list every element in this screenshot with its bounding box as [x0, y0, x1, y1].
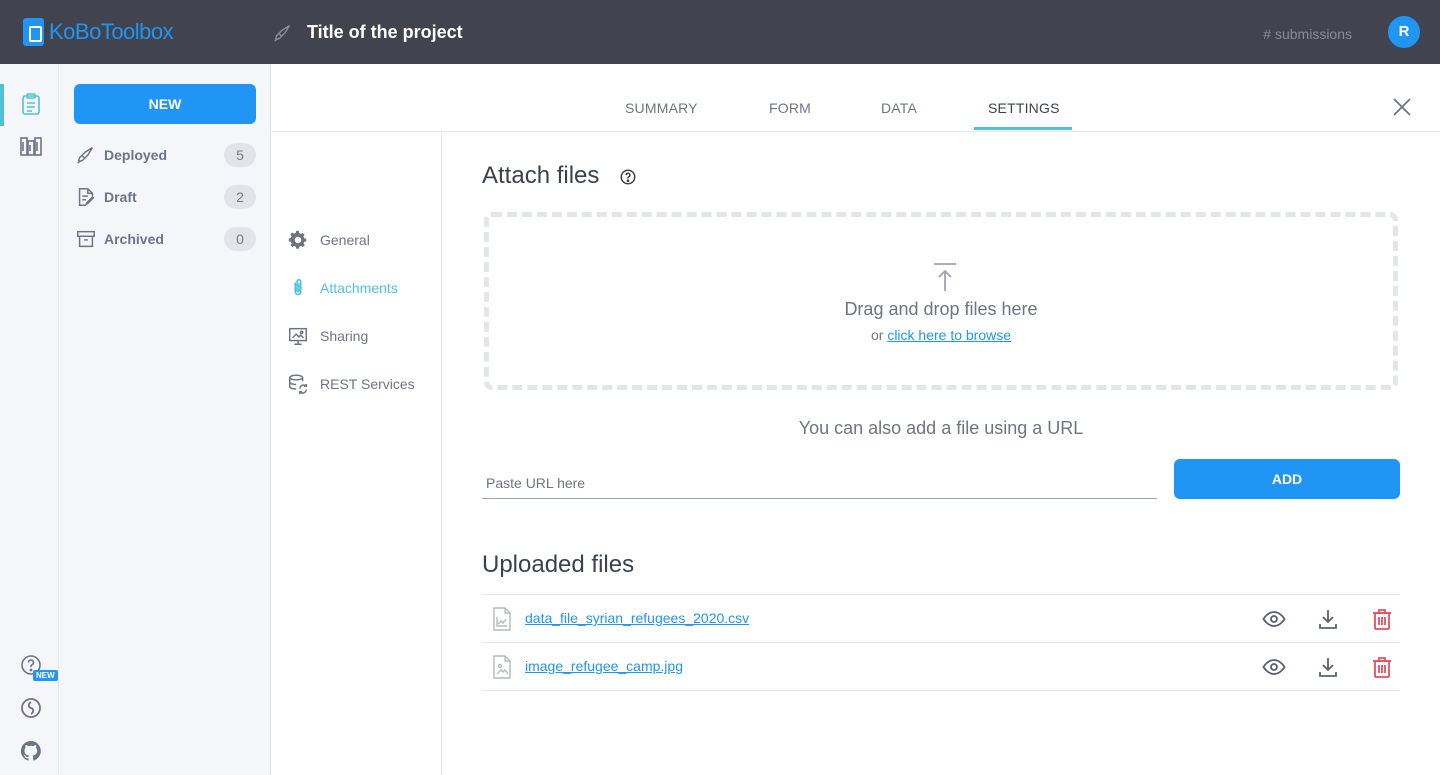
new-project-button[interactable]: NEW [74, 84, 256, 124]
rocket-icon [274, 25, 291, 42]
main-area: SUMMARY FORM DATA SETTINGS General Attac… [271, 64, 1440, 775]
settings-nav: General Attachments Sharing REST Service… [271, 132, 442, 775]
add-url-button[interactable]: ADD [1174, 459, 1400, 499]
count-badge: 0 [224, 227, 256, 251]
rest-services-icon [289, 374, 307, 395]
settings-nav-sharing[interactable]: Sharing [287, 324, 368, 348]
logo-text: KoBoToolbox [49, 19, 174, 44]
settings-nav-label: Sharing [320, 328, 369, 344]
trash-icon[interactable] [1370, 655, 1394, 679]
close-icon[interactable] [1390, 95, 1414, 119]
dropzone-subtitle: or click here to browse [489, 327, 1393, 343]
settings-nav-label: Attachments [320, 280, 398, 296]
download-icon[interactable] [1316, 607, 1340, 631]
url-input[interactable] [482, 467, 1157, 499]
archive-icon [77, 230, 95, 248]
file-name-link[interactable]: image_refugee_camp.jpg [525, 658, 683, 674]
paperclip-icon [294, 278, 302, 296]
file-row: image_refugee_camp.jpg [482, 643, 1400, 691]
kobotoolbox-logo[interactable]: KoBoToolbox [23, 18, 174, 46]
csv-file-icon [493, 607, 511, 631]
browse-link[interactable]: click here to browse [887, 327, 1011, 343]
settings-nav-attachments[interactable]: Attachments [287, 276, 398, 300]
active-tab-indicator [974, 127, 1072, 130]
library-icon[interactable] [19, 134, 43, 158]
draft-icon [78, 188, 95, 206]
rocket-icon [77, 147, 94, 164]
project-tabs: SUMMARY FORM DATA SETTINGS [271, 64, 1440, 132]
file-row: data_file_syrian_refugees_2020.csv [482, 595, 1400, 643]
dropzone-title: Drag and drop files here [844, 299, 1038, 319]
settings-nav-label: REST Services [320, 376, 415, 392]
file-name-link[interactable]: data_file_syrian_refugees_2020.csv [525, 610, 749, 626]
sidebar-item-deployed[interactable]: Deployed 5 [75, 140, 256, 170]
rail-active-indicator [0, 84, 4, 126]
sidebar-item-label: Draft [104, 189, 137, 205]
left-rail: NEW [0, 64, 59, 775]
image-file-icon [493, 655, 511, 679]
support-icon[interactable] [19, 696, 43, 720]
url-hint: You can also add a file using a URL [798, 418, 1084, 438]
tab-data[interactable]: DATA [881, 100, 917, 116]
help-icon[interactable] [619, 168, 637, 186]
upload-icon [934, 263, 956, 291]
trash-icon[interactable] [1370, 607, 1394, 631]
eye-icon[interactable] [1262, 655, 1286, 679]
gear-icon [288, 230, 307, 249]
sidebar-item-archived[interactable]: Archived 0 [75, 224, 256, 254]
attach-files-title: Attach files [482, 162, 600, 189]
uploaded-files-title: Uploaded files [482, 551, 635, 578]
user-avatar[interactable]: R [1388, 16, 1420, 48]
sidebar-item-draft[interactable]: Draft 2 [75, 182, 256, 212]
settings-nav-label: General [320, 232, 370, 248]
tab-form[interactable]: FORM [769, 100, 811, 116]
settings-nav-rest-services[interactable]: REST Services [287, 372, 415, 396]
submissions-count: # submissions [1263, 26, 1352, 42]
projects-icon[interactable] [19, 92, 43, 116]
projects-panel: NEW Deployed 5 Draft 2 Archived 0 [59, 64, 271, 775]
sidebar-item-label: Archived [104, 231, 164, 247]
github-icon[interactable] [19, 739, 43, 763]
download-icon[interactable] [1316, 655, 1340, 679]
settings-nav-general[interactable]: General [287, 228, 370, 252]
sidebar-item-label: Deployed [104, 147, 168, 163]
tab-settings[interactable]: SETTINGS [988, 100, 1060, 116]
new-badge: NEW [33, 670, 58, 681]
top-bar: KoBoToolbox Title of the project # submi… [0, 0, 1440, 64]
sharing-icon [289, 327, 307, 345]
tab-summary[interactable]: SUMMARY [625, 100, 698, 116]
uploaded-files-list: data_file_syrian_refugees_2020.csv image… [482, 594, 1400, 691]
project-title: Title of the project [307, 22, 463, 42]
file-dropzone[interactable]: Drag and drop files here or click here t… [484, 212, 1398, 390]
count-badge: 2 [224, 185, 256, 209]
eye-icon[interactable] [1262, 607, 1286, 631]
dropzone-or-text: or [870, 327, 888, 343]
count-badge: 5 [224, 143, 256, 167]
logo-icon [23, 18, 44, 46]
